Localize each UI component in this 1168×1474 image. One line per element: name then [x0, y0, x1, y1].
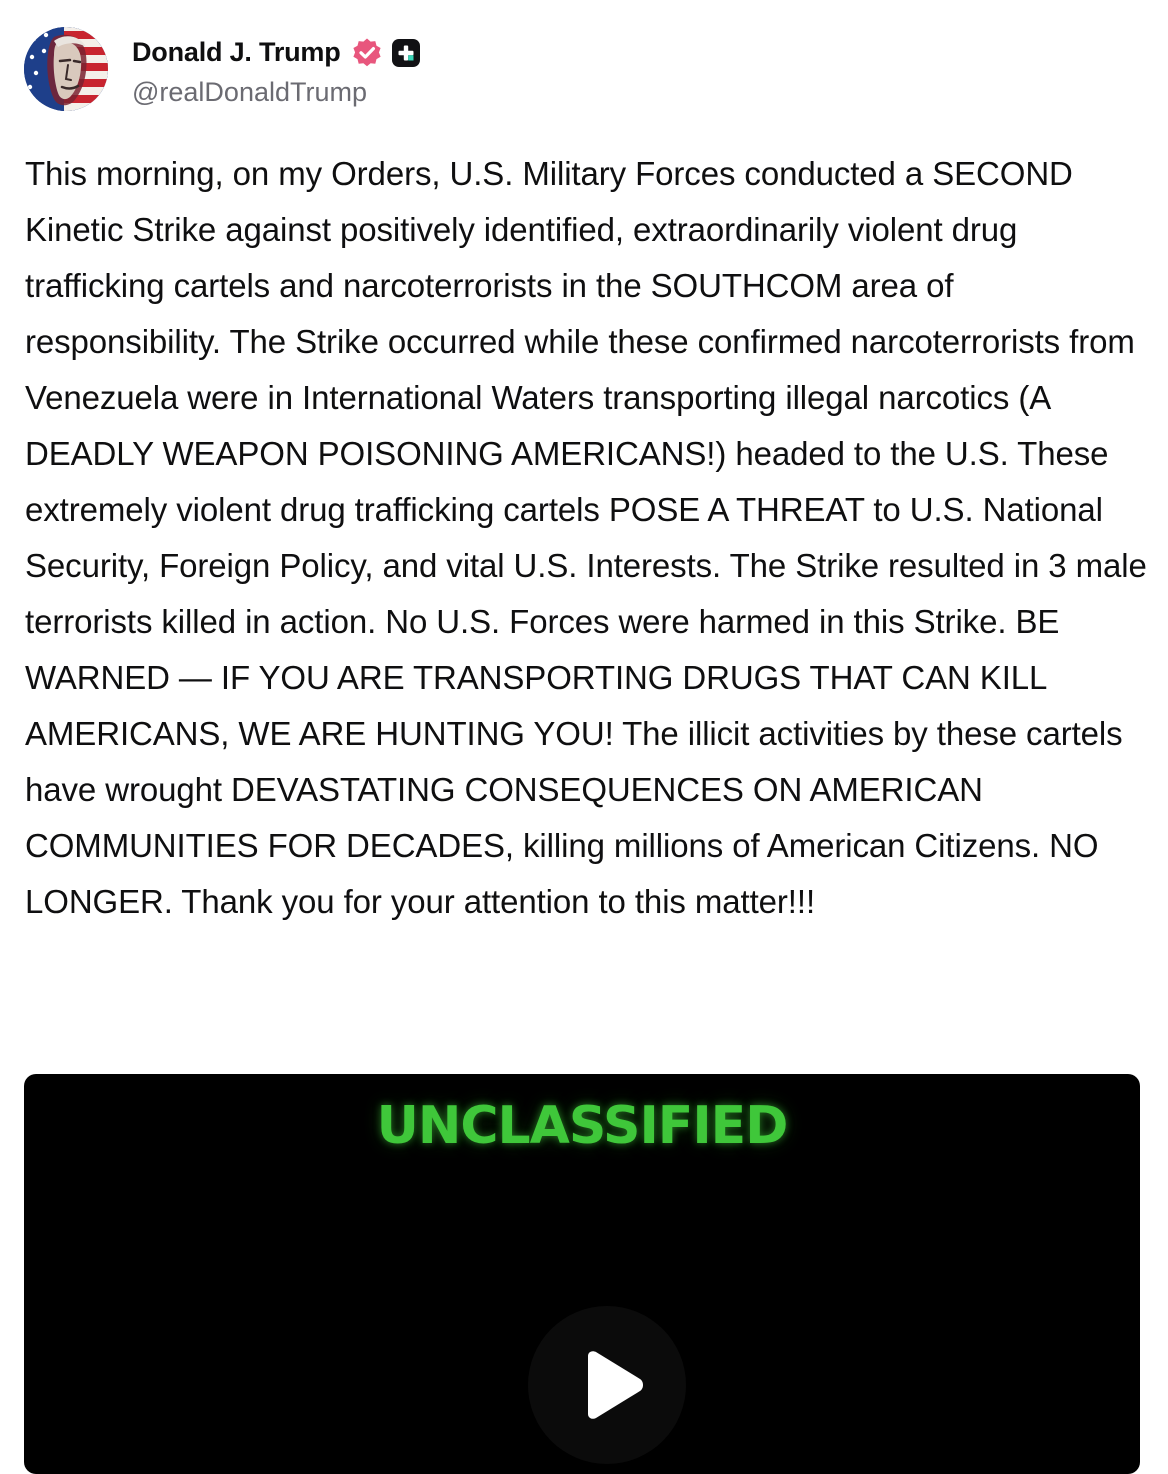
- video-player[interactable]: UNCLASSIFIED: [24, 1074, 1140, 1474]
- play-button[interactable]: [528, 1306, 686, 1464]
- author-display-name[interactable]: Donald J. Trump: [132, 37, 341, 68]
- verified-badge-icon: [351, 37, 383, 69]
- author-identity: Donald J. Trump @realDonaldTrump: [132, 31, 421, 108]
- plus-badge-icon: [391, 38, 421, 68]
- post-header: Donald J. Trump @realDonaldTrump: [24, 26, 421, 112]
- author-handle[interactable]: @realDonaldTrump: [132, 77, 421, 108]
- portrait-flag-avatar-icon: [24, 27, 108, 111]
- author-name-row: Donald J. Trump: [132, 31, 421, 75]
- video-overlay-text: UNCLASSIFIED: [376, 1096, 789, 1156]
- play-icon: [588, 1351, 643, 1419]
- avatar[interactable]: [24, 27, 108, 111]
- post-text: This morning, on my Orders, U.S. Militar…: [25, 155, 1147, 920]
